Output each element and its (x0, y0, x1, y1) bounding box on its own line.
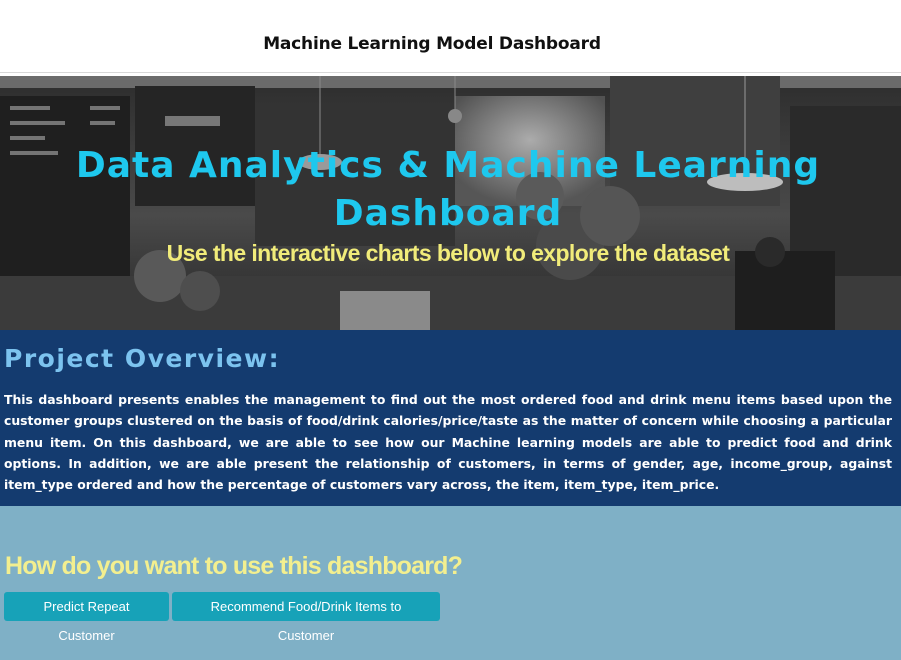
hero-title: Data Analytics & Machine Learning Dashbo… (75, 145, 821, 234)
hero-banner: Data Analytics & Machine Learning Dashbo… (0, 76, 901, 330)
app-title: Machine Learning Model Dashboard (263, 34, 601, 54)
project-overview-section: Project Overview: This dashboard present… (0, 330, 901, 506)
recommend-items-button[interactable]: Recommend Food/Drink Items to Customer (172, 592, 440, 643)
top-bar: Machine Learning Model Dashboard (0, 0, 901, 73)
hero-subtitle: Use the interactive charts below to expl… (166, 240, 730, 266)
overview-description: This dashboard presents enables the mana… (4, 392, 892, 493)
usage-heading: How do you want to use this dashboard? (5, 552, 463, 580)
overview-heading: Project Overview: (4, 344, 281, 373)
usage-section: How do you want to use this dashboard? P… (0, 506, 901, 660)
predict-repeat-customer-button[interactable]: Predict Repeat Customer (4, 592, 169, 643)
